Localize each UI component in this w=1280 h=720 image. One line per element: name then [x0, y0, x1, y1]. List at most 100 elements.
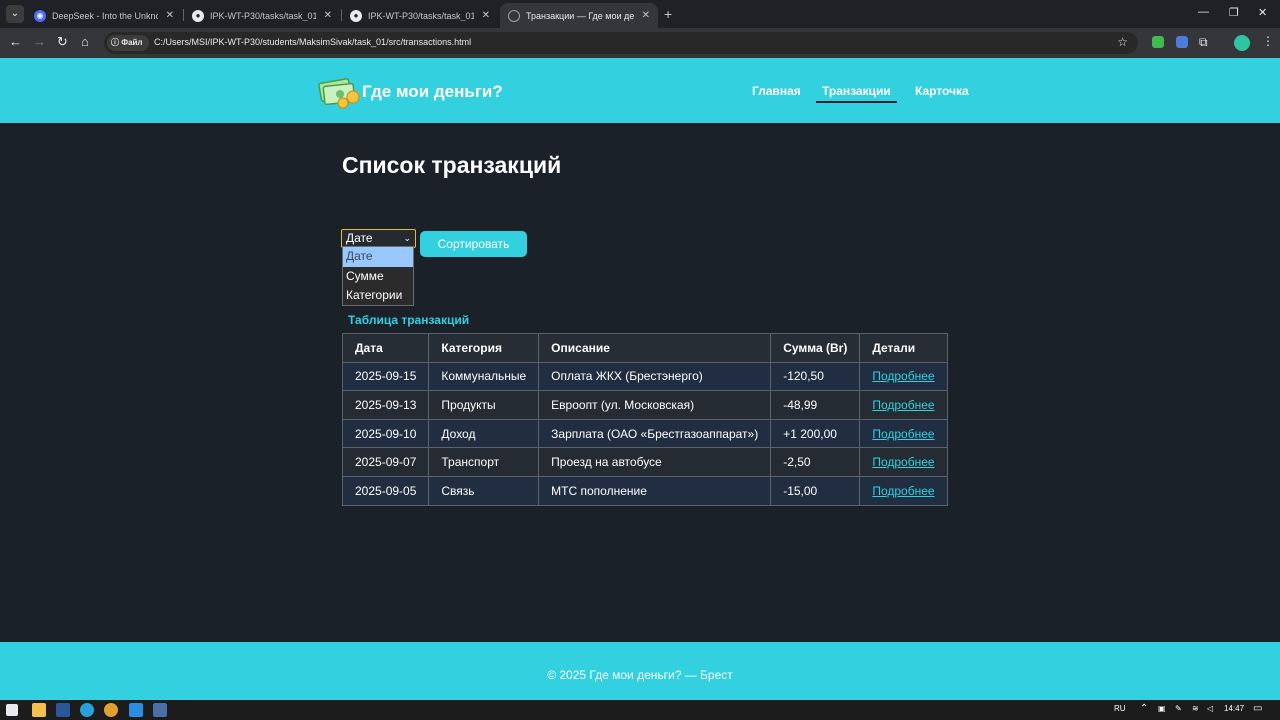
cell-amount: -120,50: [770, 361, 861, 392]
minimize-icon[interactable]: —: [1198, 6, 1209, 18]
chrome-icon[interactable]: [104, 703, 118, 717]
site-brand-name[interactable]: Где мои деньги?: [362, 82, 503, 102]
new-tab-plus-icon[interactable]: +: [664, 6, 672, 22]
chevron-up-icon[interactable]: ⌃: [1140, 703, 1148, 714]
edit-icon[interactable]: ✎: [1175, 704, 1182, 713]
language-indicator[interactable]: RU: [1114, 704, 1126, 713]
address-bar[interactable]: ⓘ Файл C:/Users/MSI/IPK-WT-P30/students/…: [104, 32, 1138, 54]
cell-date: 2025-09-07: [341, 447, 430, 477]
tab-deepseek[interactable]: ◉ DeepSeek - Into the Unknown ✕: [26, 3, 182, 28]
cell-description: Евроопт (ул. Московская): [538, 390, 772, 420]
reload-icon[interactable]: ↻: [57, 35, 68, 49]
window-close-icon[interactable]: ✕: [1258, 6, 1267, 19]
volume-icon[interactable]: ◁: [1207, 704, 1213, 713]
details-link[interactable]: Подробнее: [872, 484, 934, 498]
chevron-down-icon: ⌄: [403, 233, 411, 243]
details-link[interactable]: Подробнее: [872, 455, 934, 469]
table-row: 2025-09-07 Транспорт Проезд на автобусе …: [341, 447, 948, 477]
close-icon[interactable]: ✕: [642, 10, 650, 21]
close-icon[interactable]: ✕: [482, 10, 490, 21]
cell-description: Оплата ЖКХ (Брестэнерго): [538, 361, 772, 392]
details-link[interactable]: Подробнее: [872, 369, 934, 383]
sort-option-date[interactable]: Дате: [343, 247, 413, 267]
tab-transactions[interactable]: Транзакции — Где мои деньги ✕: [500, 3, 658, 28]
footer-copyright: © 2025 Где мои деньги? — Брест: [547, 668, 733, 682]
details-link[interactable]: Подробнее: [872, 427, 934, 441]
cell-amount: -48,99: [770, 390, 861, 420]
sort-button[interactable]: Сортировать: [420, 231, 527, 257]
globe-icon: [508, 9, 520, 22]
notifications-icon[interactable]: ▭: [1253, 703, 1262, 714]
windows-taskbar: RU ⌃ ▣ ✎ ≋ ◁ 14:47 ▭: [0, 700, 1280, 720]
tab-title: Транзакции — Где мои деньги: [526, 10, 634, 21]
cell-amount: -2,50: [770, 447, 861, 477]
url-text[interactable]: C:/Users/MSI/IPK-WT-P30/students/MaksimS…: [154, 37, 471, 47]
column-header-amount: Сумма (Br): [770, 333, 861, 363]
sort-option-category[interactable]: Категории: [343, 286, 413, 306]
tab-title: DeepSeek - Into the Unknown: [52, 10, 158, 21]
back-arrow-icon[interactable]: ←: [9, 35, 22, 49]
tab-github-2[interactable]: ● IPK-WT-P30/tasks/task_01/reac ✕: [342, 3, 498, 28]
close-icon[interactable]: ✕: [166, 10, 174, 21]
browser-menu-icon[interactable]: ⋮: [1262, 34, 1274, 48]
file-explorer-icon[interactable]: [32, 703, 46, 717]
table-caption: Таблица транзакций: [348, 313, 470, 327]
table-header-row: Дата Категория Описание Сумма (Br) Детал…: [341, 333, 948, 363]
profile-avatar[interactable]: [1234, 35, 1250, 51]
nav-link-home[interactable]: Главная: [752, 84, 801, 98]
extension-shield-icon[interactable]: [1152, 36, 1164, 48]
site-header: Где мои деньги? Главная Транзакции Карто…: [0, 58, 1280, 123]
word-icon[interactable]: [56, 703, 70, 717]
cell-category: Коммунальные: [428, 361, 540, 392]
table-row: 2025-09-05 Связь МТС пополнение -15,00 П…: [341, 475, 948, 506]
cell-description: МТС пополнение: [538, 475, 772, 506]
sort-dropdown-list: Дате Сумме Категории: [342, 246, 414, 306]
cell-category: Транспорт: [428, 447, 540, 477]
nav-link-card[interactable]: Карточка: [915, 84, 969, 98]
sort-select-value: Дате: [346, 231, 373, 245]
extensions-puzzle-icon[interactable]: ⧉: [1199, 35, 1208, 49]
site-info-chip[interactable]: ⓘ Файл: [107, 35, 149, 51]
clock-time[interactable]: 14:47: [1224, 704, 1244, 713]
cell-amount: +1 200,00: [770, 418, 861, 449]
forward-arrow-icon[interactable]: →: [33, 35, 46, 49]
cell-date: 2025-09-15: [341, 361, 430, 392]
restore-icon[interactable]: ❐: [1229, 6, 1239, 19]
sort-option-amount[interactable]: Сумме: [343, 267, 413, 287]
nav-link-transactions[interactable]: Транзакции: [816, 84, 897, 103]
app-icon[interactable]: [153, 703, 167, 717]
tab-title: IPK-WT-P30/tasks/task_01/reac: [368, 10, 474, 21]
home-icon[interactable]: ⌂: [81, 35, 89, 49]
github-icon: ●: [350, 9, 362, 22]
browser-toolbar: ← → ↻ ⌂ ⓘ Файл C:/Users/MSI/IPK-WT-P30/s…: [0, 28, 1280, 58]
github-icon: ●: [192, 9, 204, 22]
deepseek-icon: ◉: [34, 9, 46, 22]
site-footer: © 2025 Где мои деньги? — Брест: [0, 642, 1280, 700]
table-row: 2025-09-10 Доход Зарплата (ОАО «Брестгаз…: [341, 418, 948, 449]
cell-date: 2025-09-05: [341, 475, 430, 506]
network-icon[interactable]: ▣: [1158, 704, 1166, 713]
transactions-table: Дата Категория Описание Сумма (Br) Детал…: [341, 333, 948, 506]
cell-category: Связь: [428, 475, 540, 506]
close-icon[interactable]: ✕: [324, 10, 332, 21]
table-row: 2025-09-13 Продукты Евроопт (ул. Московс…: [341, 390, 948, 420]
table-row: 2025-09-15 Коммунальные Оплата ЖКХ (Брес…: [341, 361, 948, 392]
bookmark-star-icon[interactable]: ☆: [1117, 35, 1128, 49]
browser-tab-bar: ⌄ ◉ DeepSeek - Into the Unknown ✕ ● IPK-…: [0, 0, 1280, 28]
tab-github-1[interactable]: ● IPK-WT-P30/tasks/task_01/reac ✕: [184, 3, 340, 28]
column-header-category: Категория: [428, 333, 540, 363]
wifi-icon[interactable]: ≋: [1192, 704, 1199, 713]
site-chip-label: Файл: [121, 38, 143, 47]
telegram-icon[interactable]: [80, 703, 94, 717]
cell-details: Подробнее: [859, 447, 948, 477]
extension-blue-shield-icon[interactable]: [1176, 36, 1188, 48]
details-link[interactable]: Подробнее: [872, 398, 934, 412]
cell-description: Зарплата (ОАО «Брестгазоаппарат»): [538, 418, 772, 449]
tab-search-button[interactable]: ⌄: [6, 5, 24, 23]
cell-date: 2025-09-10: [341, 418, 430, 449]
vscode-icon[interactable]: [129, 703, 143, 717]
windows-start-icon[interactable]: [6, 704, 18, 716]
column-header-date: Дата: [341, 333, 430, 363]
tab-title: IPK-WT-P30/tasks/task_01/reac: [210, 10, 316, 21]
cell-amount: -15,00: [770, 475, 861, 506]
